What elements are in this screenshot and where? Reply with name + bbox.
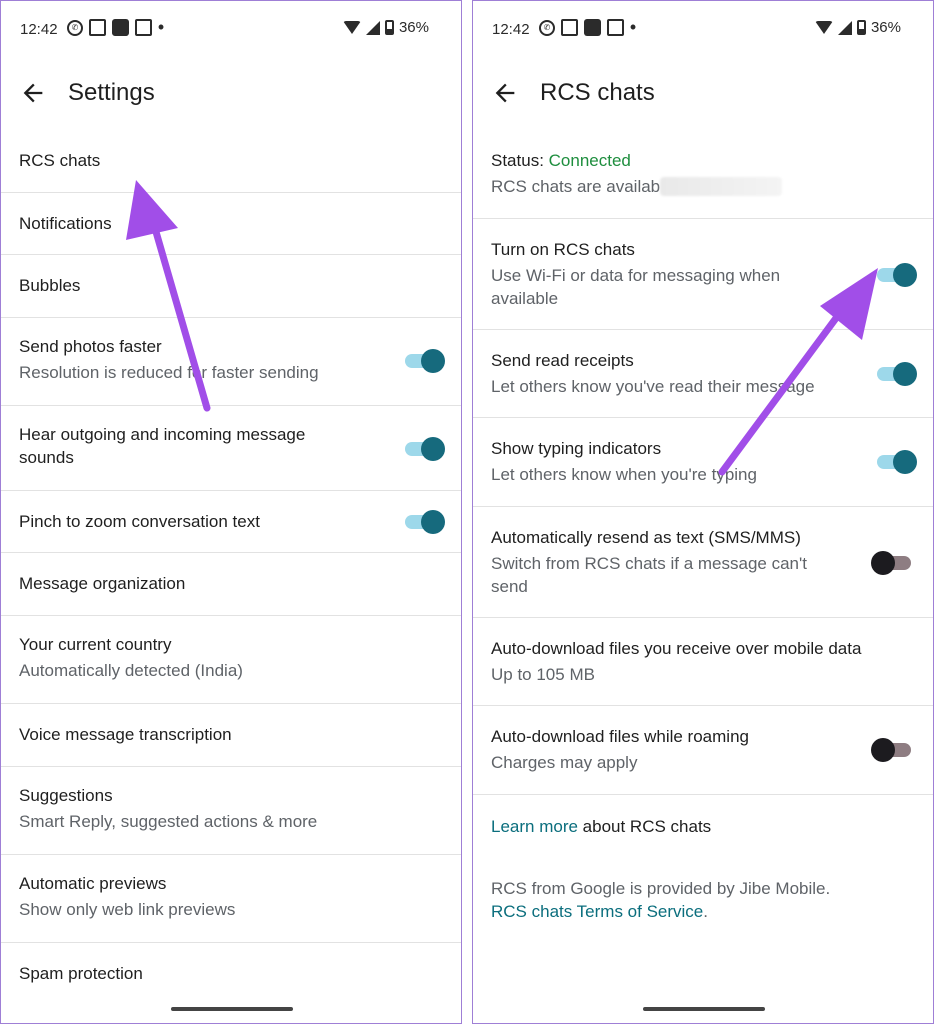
battery-percent: 36% xyxy=(870,19,901,36)
signal-icon xyxy=(365,20,380,35)
terms-of-service-link[interactable]: RCS chats Terms of Service xyxy=(491,902,703,921)
settings-item-notifications[interactable]: Notifications xyxy=(1,193,461,255)
read-receipts-toggle[interactable] xyxy=(877,362,917,386)
settings-item-send-photos-faster[interactable]: Send photos faster Resolution is reduced… xyxy=(1,318,461,406)
more-notifications-icon: • xyxy=(629,17,637,37)
settings-item-bubbles[interactable]: Bubbles xyxy=(1,255,461,318)
learn-more-link[interactable]: Learn more xyxy=(491,817,578,836)
whatsapp-icon: ✆ xyxy=(539,19,555,36)
footer-info: RCS from Google is provided by Jibe Mobi… xyxy=(491,877,915,923)
back-arrow-icon[interactable] xyxy=(19,79,47,107)
turn-on-rcs-toggle[interactable] xyxy=(877,263,917,287)
message-sounds-toggle[interactable] xyxy=(405,437,445,461)
settings-item-current-country[interactable]: Your current country Automatically detec… xyxy=(1,616,461,704)
rcs-status-section: Status: Connected RCS chats are availabl… xyxy=(473,130,933,219)
status-time: 12:42 xyxy=(492,21,530,38)
settings-item-message-sounds[interactable]: Hear outgoing and incoming message sound… xyxy=(1,406,461,491)
home-gesture-bar[interactable] xyxy=(643,1007,765,1011)
whatsapp-icon: ✆ xyxy=(67,19,83,36)
settings-item-rcs-chats[interactable]: RCS chats xyxy=(1,130,461,193)
app-notification-icon xyxy=(135,19,152,36)
settings-list: RCS chats Notifications Bubbles Send pho… xyxy=(1,130,461,1006)
rcs-settings-list: Status: Connected RCS chats are availabl… xyxy=(473,130,933,795)
battery-percent: 36% xyxy=(398,19,429,36)
status-bar: 12:42 ✆ • 36% xyxy=(1,1,461,59)
back-arrow-icon[interactable] xyxy=(491,79,519,107)
app-bar: Settings xyxy=(1,65,461,121)
rcs-item-read-receipts[interactable]: Send read receipts Let others know you'v… xyxy=(473,330,933,418)
battery-icon xyxy=(384,20,394,35)
send-photos-faster-toggle[interactable] xyxy=(405,349,445,373)
rcs-item-auto-download-roaming[interactable]: Auto-download files while roaming Charge… xyxy=(473,706,933,795)
rcs-item-turn-on[interactable]: Turn on RCS chats Use Wi-Fi or data for … xyxy=(473,219,933,330)
status-detail: RCS chats are availab xyxy=(491,177,661,196)
signal-icon xyxy=(837,20,852,35)
paytm-icon xyxy=(112,19,129,36)
page-title: Settings xyxy=(68,79,155,106)
auto-resend-toggle[interactable] xyxy=(871,551,911,575)
status-value: Connected xyxy=(548,151,631,170)
wifi-icon xyxy=(342,21,361,34)
pinch-to-zoom-toggle[interactable] xyxy=(405,510,445,534)
footer-text: RCS from Google is provided by Jibe Mobi… xyxy=(491,879,831,898)
status-time: 12:42 xyxy=(20,21,58,38)
paytm-icon xyxy=(584,19,601,36)
settings-item-spam-protection[interactable]: Spam protection xyxy=(1,943,461,1006)
settings-item-suggestions[interactable]: Suggestions Smart Reply, suggested actio… xyxy=(1,767,461,855)
settings-screen: 12:42 ✆ • 36% Settings RCS chats Notific… xyxy=(0,0,462,1024)
learn-more-line: Learn more about RCS chats xyxy=(491,817,712,836)
app-notification-icon xyxy=(607,19,624,36)
rcs-item-auto-resend[interactable]: Automatically resend as text (SMS/MMS) S… xyxy=(473,507,933,618)
app-notification-icon xyxy=(561,19,578,36)
page-title: RCS chats xyxy=(540,79,655,106)
settings-item-automatic-previews[interactable]: Automatic previews Show only web link pr… xyxy=(1,855,461,943)
more-notifications-icon: • xyxy=(157,17,165,37)
redacted-text: le on this device xyxy=(660,177,783,196)
settings-item-message-organization[interactable]: Message organization xyxy=(1,553,461,616)
auto-download-roaming-toggle[interactable] xyxy=(871,738,911,762)
rcs-item-typing-indicators[interactable]: Show typing indicators Let others know w… xyxy=(473,418,933,507)
status-bar: 12:42 ✆ • 36% xyxy=(473,1,933,59)
app-bar: RCS chats xyxy=(473,65,933,121)
home-gesture-bar[interactable] xyxy=(171,1007,293,1011)
rcs-chats-screen: 12:42 ✆ • 36% RCS chats Status: Connecte… xyxy=(472,0,934,1024)
settings-item-pinch-to-zoom[interactable]: Pinch to zoom conversation text xyxy=(1,491,461,553)
rcs-item-auto-download-mobile[interactable]: Auto-download files you receive over mob… xyxy=(473,618,933,706)
wifi-icon xyxy=(814,21,833,34)
settings-item-voice-transcription[interactable]: Voice message transcription xyxy=(1,704,461,767)
app-notification-icon xyxy=(89,19,106,36)
status-label: Status: xyxy=(491,151,549,170)
battery-icon xyxy=(856,20,866,35)
typing-indicators-toggle[interactable] xyxy=(877,450,917,474)
